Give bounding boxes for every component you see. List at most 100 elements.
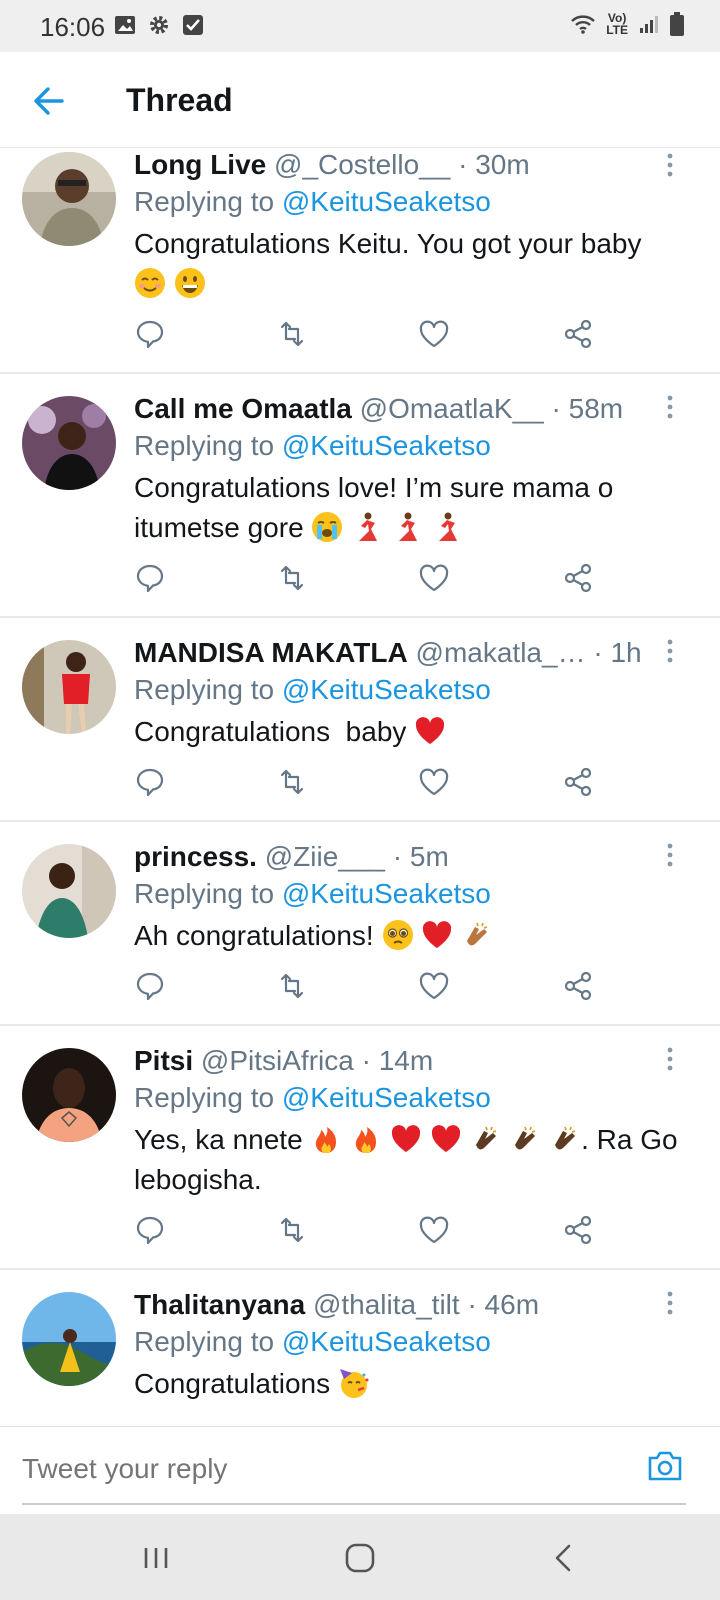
author-handle[interactable]: @PitsiAfrica <box>201 1045 354 1076</box>
retweet-icon[interactable] <box>276 318 308 350</box>
author-handle[interactable]: @makatla_… <box>416 637 586 668</box>
tweet-time: · 5m <box>392 841 449 872</box>
recent-apps-icon[interactable] <box>136 1538 176 1578</box>
author-handle[interactable]: @thalita_tilt <box>313 1289 460 1320</box>
reply-icon[interactable] <box>134 1214 166 1246</box>
tweet-header: princess. @Ziie___ · 5m <box>134 840 686 874</box>
like-icon[interactable] <box>418 1214 450 1246</box>
grinning-face-emoji <box>174 268 205 298</box>
thread-feed[interactable]: Long Live @_Costello__ · 30m Replying to… <box>0 148 720 1426</box>
tweet-time: · 46m <box>467 1289 540 1320</box>
wifi-icon <box>571 15 596 34</box>
tweet-actions <box>134 318 614 354</box>
home-icon[interactable] <box>340 1538 380 1578</box>
system-nav-bar <box>0 1514 720 1600</box>
share-icon[interactable] <box>562 970 594 1002</box>
replying-to: Replying to @KeituSeaketso <box>134 1082 491 1113</box>
like-icon[interactable] <box>418 318 450 350</box>
back-arrow-icon[interactable] <box>32 84 66 118</box>
tweet-header: Call me Omaatla @OmaatlaK__ · 58m <box>134 392 686 426</box>
more-options-icon[interactable] <box>660 1046 680 1072</box>
tweet[interactable]: MANDISA MAKATLA @makatla_… · 1h Replying… <box>0 618 720 822</box>
share-icon[interactable] <box>562 766 594 798</box>
reply-icon[interactable] <box>134 766 166 798</box>
share-icon[interactable] <box>562 318 594 350</box>
tweet[interactable]: Long Live @_Costello__ · 30m Replying to… <box>0 148 720 374</box>
mention-link[interactable]: @KeituSeaketso <box>282 430 491 461</box>
tweet-actions <box>134 766 614 802</box>
avatar[interactable] <box>22 640 116 734</box>
clapping-hands-emoji <box>555 1126 576 1150</box>
retweet-icon[interactable] <box>276 562 308 594</box>
status-time: 16:06 <box>40 12 106 42</box>
avatar[interactable] <box>22 1048 116 1142</box>
avatar[interactable] <box>22 1292 116 1386</box>
retweet-icon[interactable] <box>276 1214 308 1246</box>
camera-icon[interactable] <box>646 1449 684 1483</box>
retweet-icon[interactable] <box>276 970 308 1002</box>
share-icon[interactable] <box>562 562 594 594</box>
author-name[interactable]: Pitsi <box>134 1045 193 1076</box>
like-icon[interactable] <box>418 766 450 798</box>
tweet[interactable]: Pitsi @PitsiAfrica · 14m Replying to @Ke… <box>0 1026 720 1270</box>
replying-to: Replying to @KeituSeaketso <box>134 878 491 909</box>
more-options-icon[interactable] <box>660 394 680 420</box>
reply-icon[interactable] <box>134 562 166 594</box>
tweet-time: · 30m <box>458 149 530 180</box>
avatar[interactable] <box>22 152 116 246</box>
clapping-hands-emoji <box>515 1126 536 1150</box>
tweet[interactable]: princess. @Ziie___ · 5m Replying to @Kei… <box>0 822 720 1026</box>
author-handle[interactable]: @Ziie___ <box>265 841 385 872</box>
reply-icon[interactable] <box>134 318 166 350</box>
replying-to: Replying to @KeituSeaketso <box>134 186 491 217</box>
reply-icon[interactable] <box>134 970 166 1002</box>
author-name[interactable]: Long Live <box>134 149 266 180</box>
like-icon[interactable] <box>418 970 450 1002</box>
battery-icon <box>670 12 684 36</box>
avatar[interactable] <box>22 844 116 938</box>
tweet[interactable]: Call me Omaatla @OmaatlaK__ · 58m Replyi… <box>0 374 720 618</box>
fire-emoji <box>356 1127 377 1153</box>
mention-link[interactable]: @KeituSeaketso <box>282 878 491 909</box>
status-bar: 16:06 Vo) LTE <box>0 0 720 52</box>
avatar[interactable] <box>22 396 116 490</box>
author-handle[interactable]: @OmaatlaK__ <box>360 393 544 424</box>
mention-link[interactable]: @KeituSeaketso <box>282 1326 491 1357</box>
more-options-icon[interactable] <box>660 1290 680 1316</box>
red-heart-emoji <box>416 717 445 744</box>
signal-icon <box>640 16 658 33</box>
author-name[interactable]: Thalitanyana <box>134 1289 305 1320</box>
red-heart-emoji <box>423 921 452 948</box>
party-face-emoji <box>339 1369 369 1398</box>
tweet[interactable]: Thalitanyana @thalita_tilt · 46m Replyin… <box>0 1270 720 1426</box>
mention-link[interactable]: @KeituSeaketso <box>282 186 491 217</box>
tweet-reply-input[interactable] <box>22 1453 582 1485</box>
clapping-hands-emoji <box>467 922 488 946</box>
like-icon[interactable] <box>418 562 450 594</box>
author-handle[interactable]: @_Costello__ <box>274 149 450 180</box>
tweet-text: Congratulations love! I’m sure mama o it… <box>134 472 614 543</box>
author-name[interactable]: Call me Omaatla <box>134 393 352 424</box>
tweet-text: Congratulations baby <box>134 712 686 752</box>
mention-link[interactable]: @KeituSeaketso <box>282 1082 491 1113</box>
retweet-icon[interactable] <box>276 766 308 798</box>
author-name[interactable]: princess. <box>134 841 257 872</box>
thread-header: Thread <box>0 52 720 148</box>
more-options-icon[interactable] <box>660 152 680 178</box>
page-title: Thread <box>126 82 233 118</box>
replying-to: Replying to @KeituSeaketso <box>134 674 491 705</box>
tweet-text: Congratulations <box>134 1364 686 1404</box>
share-icon[interactable] <box>562 1214 594 1246</box>
replying-to: Replying to @KeituSeaketso <box>134 430 491 461</box>
tweet-time: · 58m <box>551 393 624 424</box>
author-name[interactable]: MANDISA MAKATLA <box>134 637 408 668</box>
back-icon[interactable] <box>544 1538 584 1578</box>
more-options-icon[interactable] <box>660 638 680 664</box>
dancer-emoji <box>438 512 457 541</box>
reply-bar <box>0 1426 720 1514</box>
tweet-text: Ah congratulations! <box>134 916 686 956</box>
tweet-actions <box>134 970 614 1006</box>
mention-link[interactable]: @KeituSeaketso <box>282 674 491 705</box>
more-options-icon[interactable] <box>660 842 680 868</box>
tweet-actions <box>134 1214 614 1250</box>
